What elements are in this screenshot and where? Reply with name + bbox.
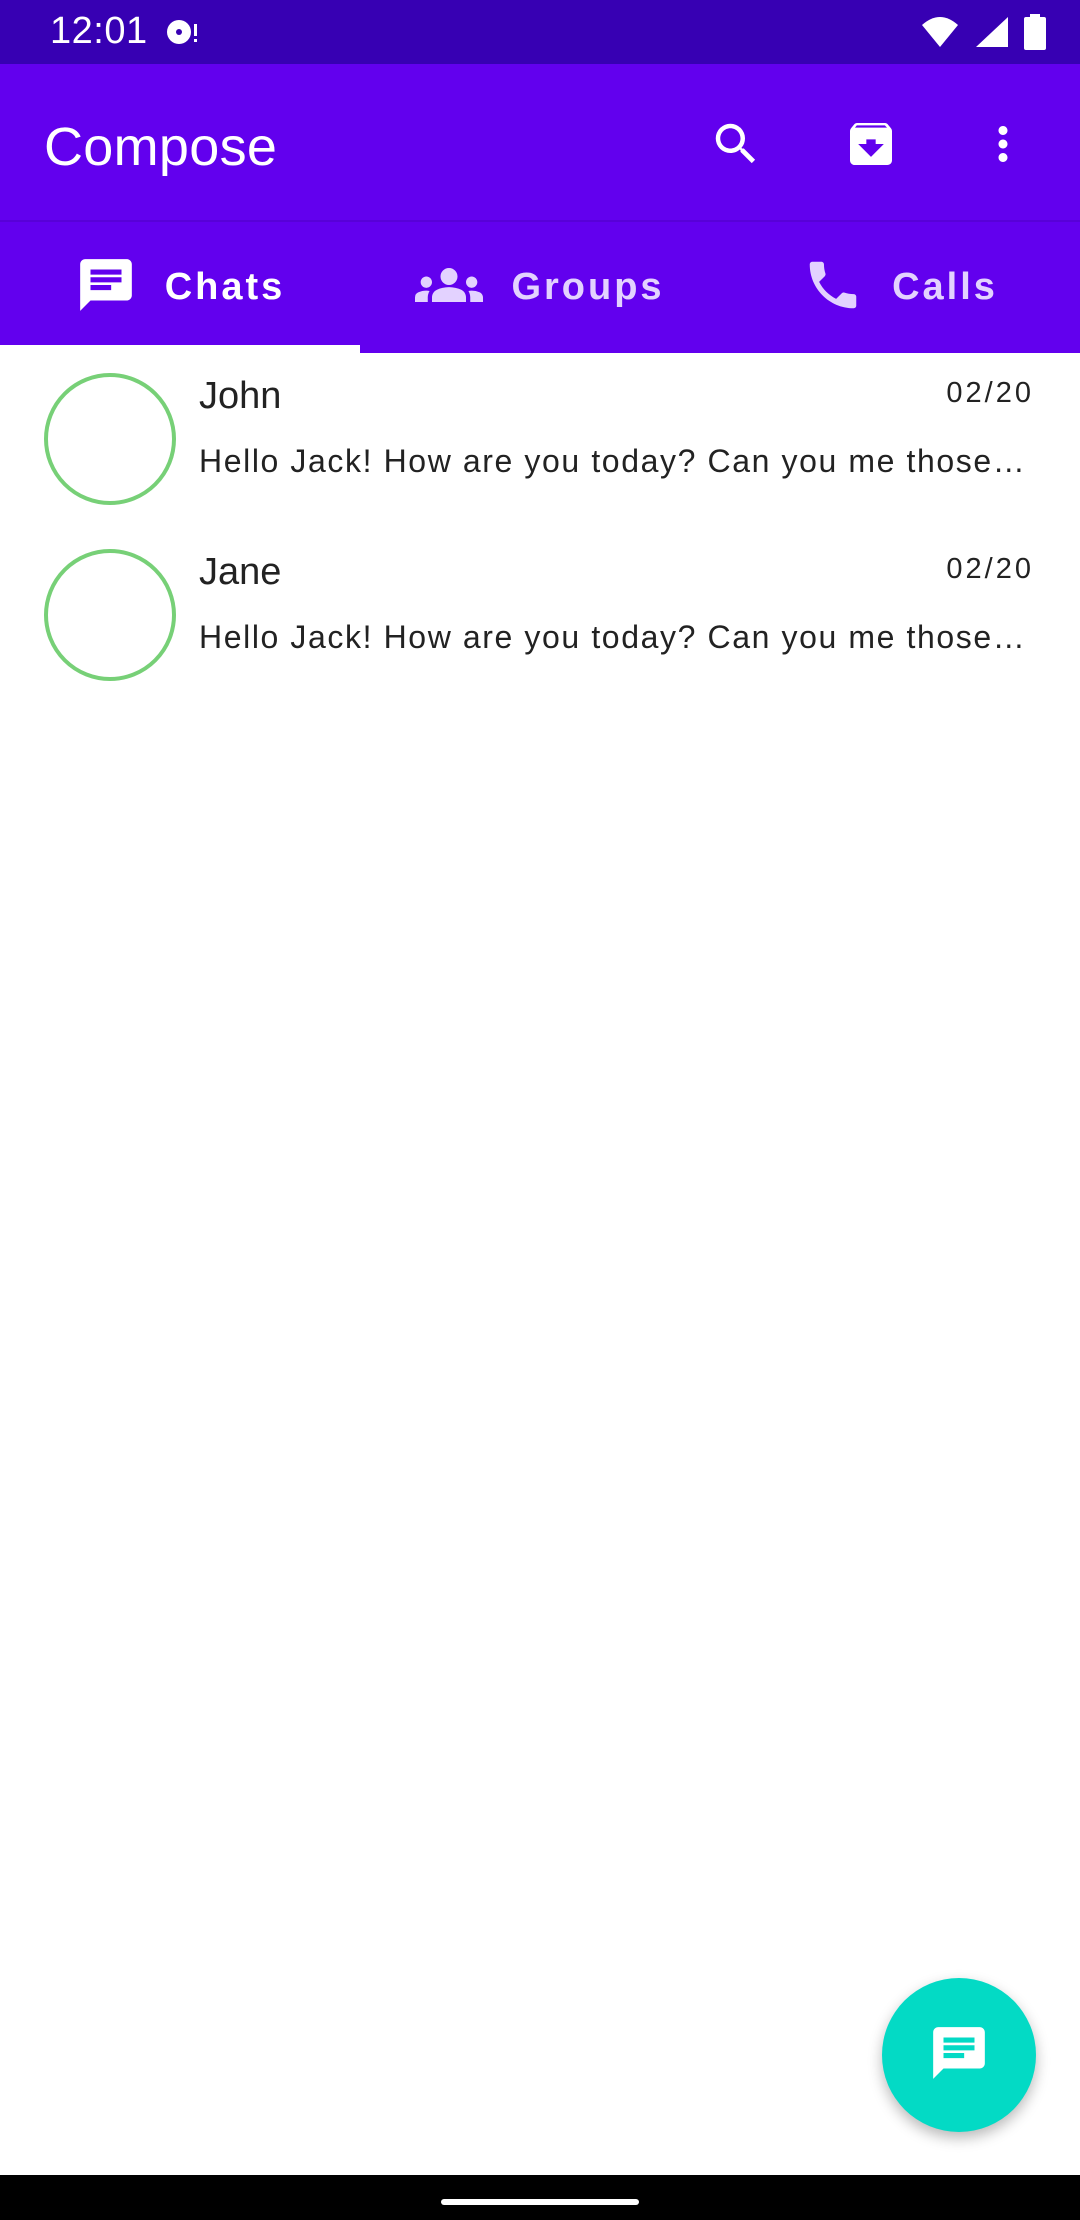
groups-icon [415, 251, 484, 324]
chat-date: 02/20 [946, 553, 1034, 585]
tab-chats[interactable]: Chats [0, 222, 360, 353]
tab-groups[interactable]: Groups [360, 222, 720, 353]
chat-message-preview: Hello Jack! How are you today? Can you m… [199, 443, 1035, 479]
chat-date: 02/20 [946, 377, 1034, 409]
avatar [44, 549, 176, 681]
app-title: Compose [44, 117, 278, 177]
home-gesture-handle[interactable] [441, 2199, 639, 2205]
chat-name: John [199, 375, 282, 417]
app-bar: Compose [0, 64, 1080, 220]
tab-calls[interactable]: Calls [720, 222, 1080, 353]
new-chat-fab[interactable] [882, 1978, 1036, 2132]
archive-icon[interactable] [843, 116, 899, 172]
tab-calls-label: Calls [892, 266, 998, 308]
battery-icon [1024, 14, 1046, 55]
chat-icon [928, 2022, 990, 2089]
chat-list-item-john[interactable]: John 02/20 Hello Jack! How are you today… [0, 351, 1080, 527]
signal-icon [974, 15, 1010, 54]
status-bar: 12:01 [0, 0, 1080, 64]
tab-groups-label: Groups [511, 266, 665, 308]
wifi-icon [920, 15, 960, 54]
chat-message-preview: Hello Jack! How are you today? Can you m… [199, 619, 1035, 655]
phone-icon [802, 254, 864, 321]
status-time: 12:01 [50, 10, 148, 52]
system-nav-bar [0, 2175, 1080, 2220]
avatar [44, 373, 176, 505]
tab-chats-label: Chats [164, 266, 286, 308]
chat-name: Jane [199, 551, 282, 593]
more-vert-icon[interactable] [975, 116, 1031, 172]
tab-bar: Chats Groups Calls [0, 220, 1080, 353]
media-notification-icon [165, 16, 205, 53]
chat-icon [75, 254, 137, 321]
search-icon[interactable] [708, 116, 764, 172]
chat-list-item-jane[interactable]: Jane 02/20 Hello Jack! How are you today… [0, 527, 1080, 703]
